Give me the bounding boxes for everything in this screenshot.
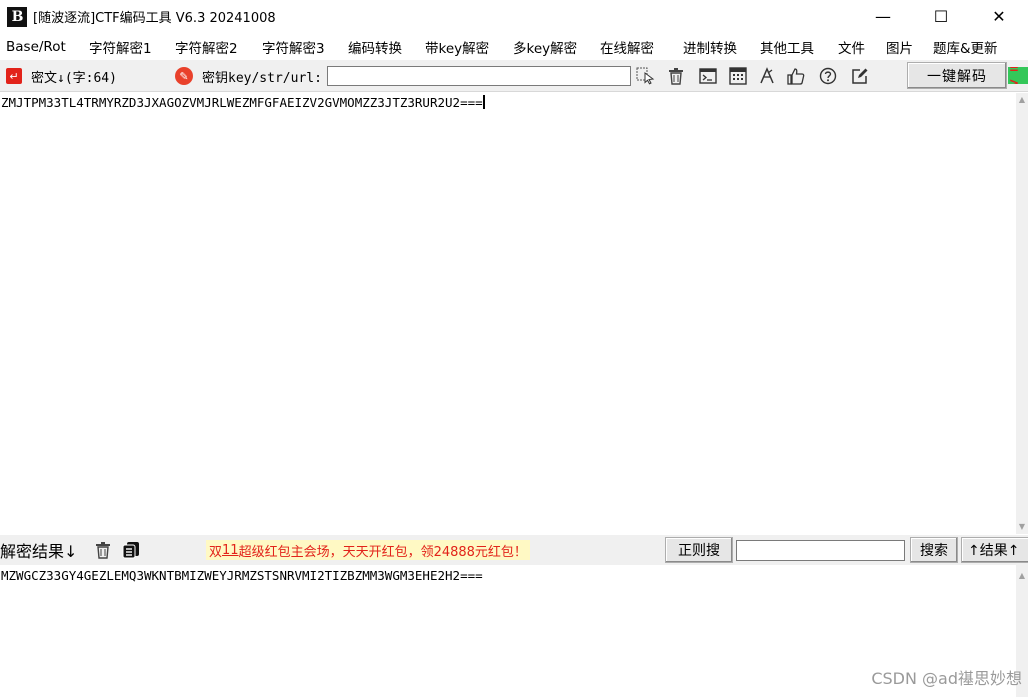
- key-header: ✎ 密钥key/str/url:: [175, 60, 322, 92]
- menu-char-decrypt-1[interactable]: 字符解密1: [89, 37, 152, 57]
- menu-online-decrypt[interactable]: 在线解密: [600, 37, 654, 57]
- promo-prefix: 双: [209, 544, 223, 560]
- font-style-icon[interactable]: [757, 66, 777, 86]
- promo-banner[interactable]: 双 11 超级红包主会场，天天开红包，领24888元红包！: [206, 540, 530, 560]
- menu-key-decrypt[interactable]: 带key解密: [425, 37, 489, 57]
- cipher-label: 密文↓(字:64): [31, 70, 117, 86]
- toolbar: ↵ 密文↓(字:64) ✎ 密钥key/str/url: 一键解码 = >: [0, 60, 1028, 92]
- title-bar: B [随波逐流]CTF编码工具 V6.3 20241008 — ☐ ✕: [0, 0, 1028, 33]
- one-click-decode-button[interactable]: 一键解码: [907, 62, 1007, 89]
- import-cipher-icon[interactable]: ↵: [6, 68, 22, 84]
- menu-image[interactable]: 图片: [886, 37, 913, 57]
- console-icon[interactable]: [698, 66, 718, 86]
- minimize-button[interactable]: —: [854, 0, 912, 33]
- help-icon[interactable]: [818, 66, 838, 86]
- cipher-textarea[interactable]: ZMJTPM33TL4TRMYRZD3JXAGOZVMJRLWEZMFGFAEI…: [0, 93, 1016, 534]
- maximize-button[interactable]: ☐: [912, 0, 970, 33]
- regex-search-button[interactable]: 正则搜: [665, 537, 733, 563]
- search-input[interactable]: [736, 540, 905, 561]
- scroll-down-arrow-icon[interactable]: ▼: [1016, 520, 1028, 532]
- copy-result-icon[interactable]: [121, 540, 141, 560]
- result-textarea[interactable]: MZWGCZ33GY4GEZLEMQ3WKNTBMIZWEYJRMZSTSNRV…: [0, 565, 1016, 697]
- menu-char-decrypt-3[interactable]: 字符解密3: [262, 37, 325, 57]
- key-label: 密钥key/str/url:: [202, 70, 322, 86]
- window-title: [随波逐流]CTF编码工具 V6.3 20241008: [33, 11, 276, 26]
- cipher-text: ZMJTPM33TL4TRMYRZD3JXAGOZVMJRLWEZMFGFAEI…: [1, 95, 483, 110]
- menu-other-tools[interactable]: 其他工具: [760, 37, 814, 57]
- result-text: MZWGCZ33GY4GEZLEMQ3WKNTBMIZWEYJRMZSTSNRV…: [1, 568, 483, 583]
- app-logo-icon: B: [7, 6, 27, 27]
- promo-underlined: 11: [222, 542, 239, 558]
- key-input[interactable]: [327, 66, 631, 86]
- search-button[interactable]: 搜索: [910, 537, 958, 563]
- cursor-select-icon[interactable]: [636, 66, 656, 86]
- result-scroll-up-arrow-icon[interactable]: ▲: [1016, 569, 1028, 581]
- menu-bar: Base/Rot 字符解密1 字符解密2 字符解密3 编码转换 带key解密 多…: [0, 35, 1028, 59]
- cipher-header: ↵ 密文↓(字:64): [6, 60, 117, 92]
- menu-multi-key-decrypt[interactable]: 多key解密: [513, 37, 577, 57]
- edit-icon[interactable]: [850, 66, 870, 86]
- menu-base-convert[interactable]: 进制转换: [683, 37, 737, 57]
- watermark: CSDN @ad禥思妙想: [871, 669, 1022, 688]
- menu-encoding-convert[interactable]: 编码转换: [348, 37, 402, 57]
- menu-char-decrypt-2[interactable]: 字符解密2: [175, 37, 238, 57]
- calculator-icon[interactable]: [728, 66, 748, 86]
- window-controls: — ☐ ✕: [854, 0, 1028, 33]
- pencil-icon[interactable]: ✎: [175, 67, 193, 85]
- menu-question-bank-update[interactable]: 题库&更新: [933, 37, 998, 57]
- side-panel-toggle[interactable]: = >: [1008, 67, 1028, 84]
- result-header: 解密结果↓: [0, 535, 77, 565]
- text-caret: [482, 95, 485, 109]
- cipher-scrollbar[interactable]: ▲ ▼: [1016, 93, 1028, 534]
- close-button[interactable]: ✕: [970, 0, 1028, 33]
- menu-file[interactable]: 文件: [838, 37, 865, 57]
- trash-icon[interactable]: [666, 66, 686, 86]
- menu-base-rot[interactable]: Base/Rot: [6, 39, 66, 55]
- scroll-up-arrow-icon[interactable]: ▲: [1016, 93, 1028, 105]
- promo-text: 超级红包主会场，天天开红包，领24888元红包！: [238, 544, 527, 560]
- thumbs-up-icon[interactable]: [786, 66, 806, 86]
- result-up-button[interactable]: ↑结果↑: [961, 537, 1028, 563]
- clear-result-trash-icon[interactable]: [93, 540, 113, 560]
- result-label: 解密结果↓: [0, 542, 78, 561]
- result-bar: 解密结果↓ 双 11 超级红包主会场，天天开红包，领24888元红包！ 正则搜 搜索…: [0, 535, 1028, 565]
